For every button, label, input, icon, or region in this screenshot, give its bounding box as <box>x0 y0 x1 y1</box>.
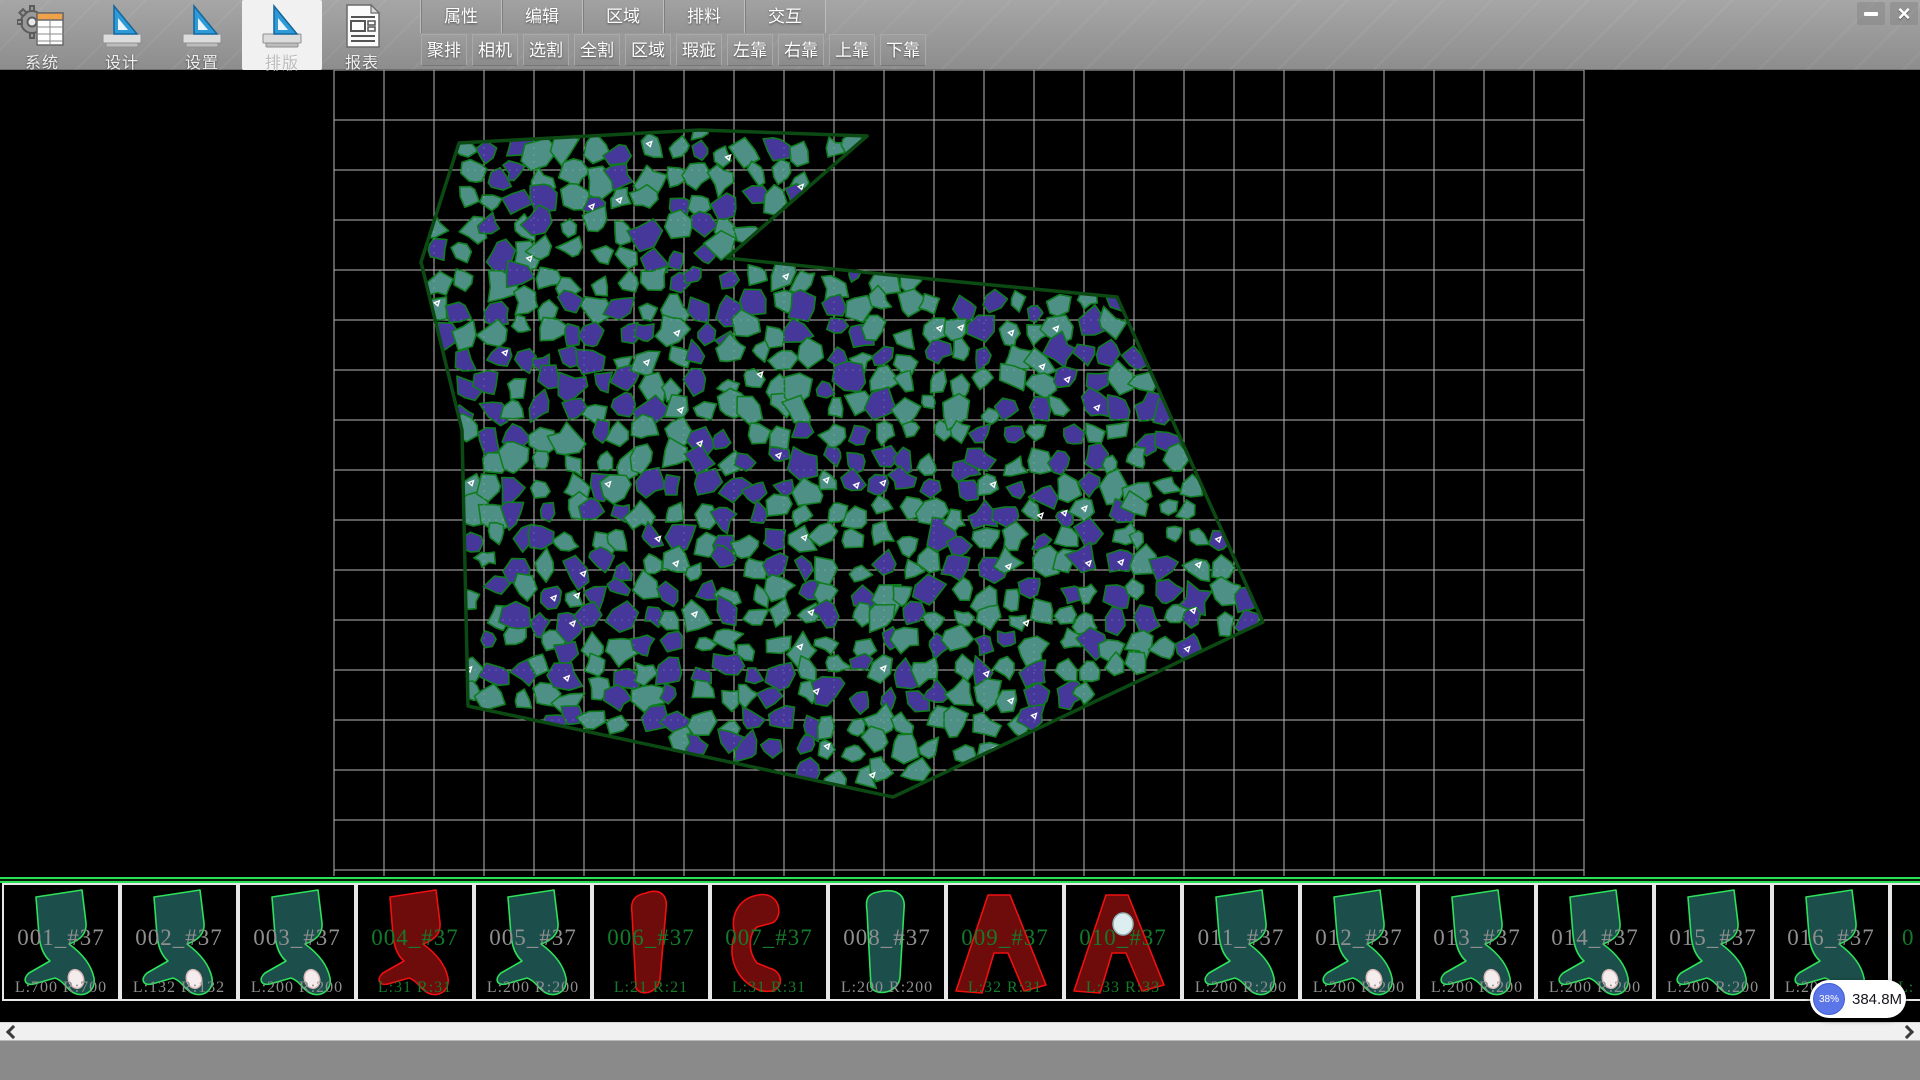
nested-pieces <box>334 70 1584 876</box>
tool-button-region[interactable]: 区域 <box>625 34 671 66</box>
settings-ruler-icon <box>177 3 227 49</box>
ribbon-icon-layout[interactable]: 排版 <box>242 0 322 70</box>
piece-thumbnail-001[interactable]: 001_#37 L:700 R:700 <box>2 883 120 1001</box>
ribbon-icon-system[interactable]: 系统 <box>2 0 82 70</box>
close-icon: × <box>1898 4 1911 24</box>
status-bar <box>0 1040 1920 1080</box>
piece-thumbnail-013[interactable]: 013_#37 L:200 R:200 <box>1418 883 1536 1001</box>
tool-button-cluster-nest[interactable]: 聚排 <box>421 34 467 66</box>
piece-thumbnail-009[interactable]: 009_#37 L:32 R:31 <box>946 883 1064 1001</box>
chevron-right-icon <box>1900 1025 1914 1039</box>
tool-button-defect[interactable]: 瑕疵 <box>676 34 722 66</box>
nest-canvas[interactable] <box>0 70 1920 877</box>
scroll-right-button[interactable] <box>1896 1025 1918 1039</box>
piece-thumbnail-006[interactable]: 006_#37 L:21 R:21 <box>592 883 710 1001</box>
window-controls: × <box>1857 2 1918 25</box>
design-ruler-icon <box>97 3 147 49</box>
menu-tab-interact[interactable]: 交互 <box>744 0 826 33</box>
tool-button-cut-all[interactable]: 全割 <box>574 34 620 66</box>
ribbon-icon-design[interactable]: 设计 <box>82 0 162 70</box>
progress-circle: 38% <box>1813 983 1845 1015</box>
menu-tab-properties[interactable]: 属性 <box>420 0 501 33</box>
ribbon-label-report: 报表 <box>322 49 402 73</box>
main-toolbar: 系统 设计 设置 <box>0 0 1920 70</box>
nest-canvas-svg <box>0 70 1920 877</box>
chevron-left-icon <box>6 1025 20 1039</box>
ribbon-label-design: 设计 <box>82 49 162 73</box>
piece-thumbnail-007[interactable]: 007_#37 L:31 R:31 <box>710 883 828 1001</box>
piece-thumbnail-012[interactable]: 012_#37 L:200 R:200 <box>1300 883 1418 1001</box>
ribbon-icon-settings[interactable]: 设置 <box>162 0 242 70</box>
tool-button-row: 聚排 相机 选割 全割 区域 瑕疵 左靠 右靠 上靠 下靠 <box>421 34 926 68</box>
menu-tab-region[interactable]: 区域 <box>582 0 663 33</box>
layout-ruler-icon <box>257 3 307 49</box>
memory-status-badge[interactable]: 38% 384.8M <box>1810 980 1906 1018</box>
menu-tab-edit[interactable]: 编辑 <box>501 0 582 33</box>
piece-thumbnail-strip: 001_#37 L:700 R:700 002_#37 L:132 R:132 … <box>0 883 1920 1003</box>
ribbon-label-system: 系统 <box>2 49 82 73</box>
tool-button-align-right[interactable]: 右靠 <box>778 34 824 66</box>
system-gear-icon <box>17 3 67 49</box>
piece-thumbnail-015[interactable]: 015_#37 L:200 R:200 <box>1654 883 1772 1001</box>
piece-thumbnail-008[interactable]: 008_#37 L:200 R:200 <box>828 883 946 1001</box>
minimize-icon <box>1864 12 1878 16</box>
ribbon-label-layout: 排版 <box>242 49 322 73</box>
memory-label: 384.8M <box>1852 991 1902 1008</box>
ribbon-label-settings: 设置 <box>162 49 242 73</box>
tool-button-align-bottom[interactable]: 下靠 <box>880 34 926 66</box>
close-button[interactable]: × <box>1890 2 1918 25</box>
scroll-left-button[interactable] <box>2 1025 24 1039</box>
piece-thumbnail-014[interactable]: 014_#37 L:200 R:200 <box>1536 883 1654 1001</box>
minimize-button[interactable] <box>1857 2 1885 25</box>
piece-thumbnail-010[interactable]: 010_#37 L:33 R:33 <box>1064 883 1182 1001</box>
menu-tab-bar: 属性 编辑 区域 排料 交互 <box>420 0 826 33</box>
horizontal-scrollbar[interactable] <box>0 1022 1920 1040</box>
app-window: { "toolbar": { "icons": [ {"label": "系统"… <box>0 0 1920 1080</box>
strip-bottom-gap <box>0 1003 1920 1022</box>
piece-thumbnail-005[interactable]: 005_#37 L:200 R:200 <box>474 883 592 1001</box>
ribbon-icon-report[interactable]: 报表 <box>322 0 402 70</box>
tool-button-camera[interactable]: 相机 <box>472 34 518 66</box>
piece-thumbnail-011[interactable]: 011_#37 L:200 R:200 <box>1182 883 1300 1001</box>
piece-thumbnail-004[interactable]: 004_#37 L:31 R:31 <box>356 883 474 1001</box>
tool-button-align-left[interactable]: 左靠 <box>727 34 773 66</box>
progress-percent-label: 38% <box>1819 994 1839 1005</box>
piece-thumbnail-003[interactable]: 003_#37 L:200 R:200 <box>238 883 356 1001</box>
tool-button-align-top[interactable]: 上靠 <box>829 34 875 66</box>
report-doc-icon <box>337 3 387 49</box>
piece-thumbnail-002[interactable]: 002_#37 L:132 R:132 <box>120 883 238 1001</box>
menu-tab-nesting[interactable]: 排料 <box>663 0 744 33</box>
tool-button-select-cut[interactable]: 选割 <box>523 34 569 66</box>
